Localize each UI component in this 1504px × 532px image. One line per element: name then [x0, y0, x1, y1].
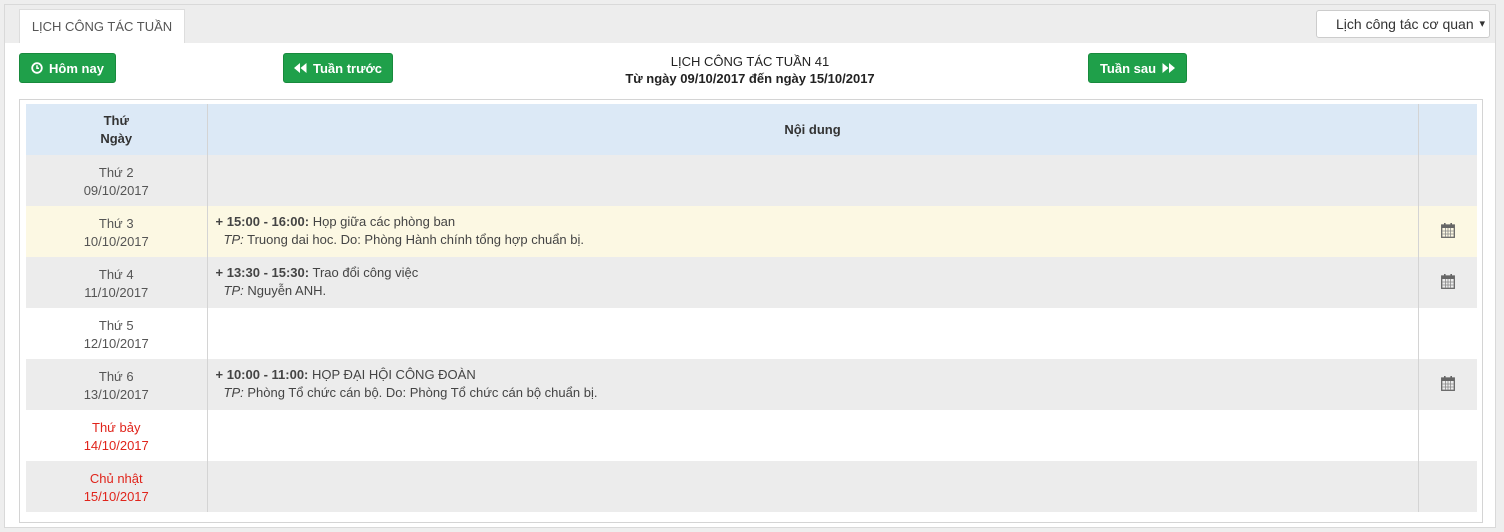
table-row: Thứ 2 09/10/2017: [26, 155, 1477, 206]
day-cell: Thứ 2 09/10/2017: [26, 155, 208, 206]
action-cell: [1418, 410, 1477, 461]
double-left-icon: [294, 63, 307, 73]
week-heading: LỊCH CÔNG TÁC TUẦN 41 Từ ngày 09/10/2017…: [555, 53, 945, 87]
event-title: Họp giữa các phòng ban: [309, 214, 456, 229]
schedule-table-container: Thứ Ngày Nội dung Thứ 2 09/10/2017 Thứ 3…: [19, 99, 1483, 523]
schedule-table: Thứ Ngày Nội dung Thứ 2 09/10/2017 Thứ 3…: [26, 104, 1477, 512]
day-date: 13/10/2017: [83, 387, 149, 402]
calendar-icon[interactable]: [1440, 222, 1455, 241]
main-content: Hôm nay Tuần trước LỊCH CÔNG TÁC TUẦN 41…: [5, 43, 1495, 527]
day-date: 09/10/2017: [83, 183, 149, 198]
table-row: Thứ 6 13/10/2017 + 10:00 - 11:00: HỌP ĐẠ…: [26, 359, 1477, 410]
event-participants-label: TP:: [223, 283, 244, 298]
day-name: Thứ 4: [98, 267, 134, 282]
table-row: Thứ 5 12/10/2017: [26, 308, 1477, 359]
previous-week-button[interactable]: Tuần trước: [283, 53, 393, 83]
content-cell: [207, 410, 1419, 461]
calendar-type-value: Lịch công tác cơ quan: [1336, 16, 1474, 32]
action-cell: [1418, 308, 1477, 359]
event-time: 10:00 - 11:00:: [226, 367, 309, 382]
week-date-range: Từ ngày 09/10/2017 đến ngày 15/10/2017: [625, 71, 875, 86]
table-row: Thứ 4 11/10/2017 + 13:30 - 15:30: Trao đ…: [26, 257, 1477, 308]
column-header-content: Nội dung: [207, 104, 1419, 155]
next-week-button[interactable]: Tuần sau: [1088, 53, 1187, 83]
event-item[interactable]: + 13:30 - 15:30: Trao đổi công việc TP: …: [208, 257, 1418, 300]
double-right-icon: [1162, 63, 1176, 73]
table-row: Chủ nhật 15/10/2017: [26, 461, 1477, 512]
week-title: LỊCH CÔNG TÁC TUẦN 41: [670, 54, 830, 69]
action-cell: [1418, 461, 1477, 512]
action-cell: [1418, 206, 1477, 257]
content-cell: + 10:00 - 11:00: HỌP ĐẠI HỘI CÔNG ĐOÀN T…: [207, 359, 1419, 410]
calendar-icon[interactable]: [1440, 375, 1455, 394]
day-name: Thứ 6: [98, 369, 134, 384]
event-detail: Truong dai hoc. Do: Phòng Hành chính tổn…: [243, 232, 584, 247]
day-name: Thứ 2: [98, 165, 134, 180]
day-cell: Thứ 6 13/10/2017: [26, 359, 208, 410]
content-cell: [207, 308, 1419, 359]
day-date: 11/10/2017: [84, 285, 149, 300]
event-title: HỌP ĐẠI HỘI CÔNG ĐOÀN: [308, 367, 476, 382]
today-button[interactable]: Hôm nay: [19, 53, 116, 83]
day-date: 14/10/2017: [83, 438, 149, 453]
day-name: Thứ 5: [98, 318, 134, 333]
day-name: Chủ nhật: [89, 471, 143, 486]
event-time: 15:00 - 16:00:: [226, 214, 310, 229]
day-cell: Thứ 4 11/10/2017: [26, 257, 208, 308]
table-header-row: Thứ Ngày Nội dung: [26, 104, 1477, 155]
event-item[interactable]: + 15:00 - 16:00: Họp giữa các phòng ban …: [208, 206, 1418, 249]
calendar-type-select[interactable]: Lịch công tác cơ quan ▾: [1316, 10, 1490, 38]
content-cell: + 13:30 - 15:30: Trao đổi công việc TP: …: [207, 257, 1419, 308]
calendar-icon[interactable]: [1440, 273, 1455, 292]
column-header-actions: [1418, 104, 1477, 155]
event-detail: Nguyễn ANH.: [243, 283, 327, 298]
content-cell: + 15:00 - 16:00: Họp giữa các phòng ban …: [207, 206, 1419, 257]
event-participants-label: TP:: [223, 385, 244, 400]
table-row: Thứ 3 10/10/2017 + 15:00 - 16:00: Họp gi…: [26, 206, 1477, 257]
day-cell: Thứ 3 10/10/2017: [26, 206, 208, 257]
action-cell: [1418, 155, 1477, 206]
day-cell: Thứ 5 12/10/2017: [26, 308, 208, 359]
event-participants-label: TP:: [223, 232, 244, 247]
day-cell: Thứ bảy 14/10/2017: [26, 410, 208, 461]
column-header-day: Thứ Ngày: [26, 104, 208, 155]
clock-icon: [31, 62, 43, 74]
action-cell: [1418, 257, 1477, 308]
day-cell: Chủ nhật 15/10/2017: [26, 461, 208, 512]
table-row: Thứ bảy 14/10/2017: [26, 410, 1477, 461]
day-date: 15/10/2017: [83, 489, 149, 504]
action-cell: [1418, 359, 1477, 410]
event-title: Trao đổi công việc: [309, 265, 419, 280]
content-cell: [207, 155, 1419, 206]
day-name: Thứ bảy: [92, 420, 141, 435]
today-label: Hôm nay: [49, 60, 104, 76]
chevron-down-icon: ▾: [1479, 18, 1485, 30]
day-name: Thứ 3: [98, 216, 134, 231]
content-cell: [207, 461, 1419, 512]
day-date: 12/10/2017: [83, 336, 149, 351]
tab-weekly-schedule[interactable]: LỊCH CÔNG TÁC TUẦN: [19, 9, 185, 44]
event-detail: Phòng Tổ chức cán bộ. Do: Phòng Tổ chức …: [243, 385, 598, 400]
previous-week-label: Tuần trước: [313, 60, 382, 76]
day-date: 10/10/2017: [83, 234, 149, 249]
next-week-label: Tuần sau: [1099, 60, 1157, 76]
event-time: 13:30 - 15:30:: [226, 265, 310, 280]
event-item[interactable]: + 10:00 - 11:00: HỌP ĐẠI HỘI CÔNG ĐOÀN T…: [208, 359, 1418, 402]
